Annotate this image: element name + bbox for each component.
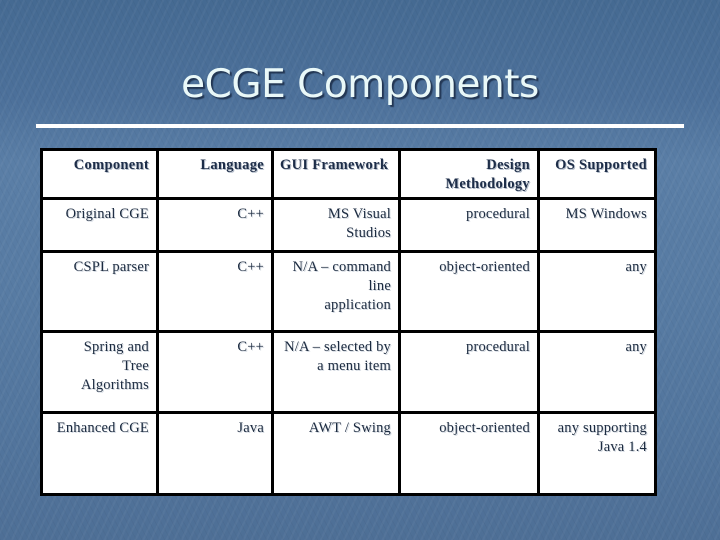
cell-gui-framework-text: N/A – selected by a menu item (284, 339, 391, 374)
cell-design-methodology: object-oriented (398, 250, 540, 333)
cell-os-supported-text: any (625, 259, 647, 275)
cell-design-methodology-text: procedural (466, 339, 530, 355)
header-component-label: Component (73, 157, 149, 173)
cell-language-text: C++ (237, 206, 264, 222)
table-row: Original CGE C++ MS Visual Studios proce… (40, 197, 657, 253)
cell-gui-framework: N/A – command line application (271, 250, 401, 333)
cell-component-text: Spring and Tree Algorithms (80, 339, 149, 393)
cell-language: Java (156, 411, 274, 496)
cell-os-supported: MS Windows (537, 197, 657, 253)
header-gui-framework-label: GUI Framework (280, 157, 389, 173)
cell-component: Original CGE (40, 197, 159, 253)
cell-design-methodology: procedural (398, 330, 540, 414)
table-row: Enhanced CGE Java AWT / Swing object-ori… (40, 411, 657, 496)
cell-language: C++ (156, 330, 274, 414)
cell-language-text: C++ (237, 259, 264, 275)
table-header-row: Component Language GUI Framework Design … (40, 148, 657, 200)
table-row: Spring and Tree Algorithms C++ N/A – sel… (40, 330, 657, 414)
cell-language: C++ (156, 197, 274, 253)
title-divider (36, 124, 684, 128)
cell-gui-framework-text: MS Visual Studios (327, 206, 391, 241)
cell-language: C++ (156, 250, 274, 333)
cell-gui-framework: MS Visual Studios (271, 197, 401, 253)
cell-language-text: C++ (237, 339, 264, 355)
cell-os-supported: any (537, 330, 657, 414)
header-os-supported-label: OS Supported (555, 157, 647, 173)
cell-gui-framework: N/A – selected by a menu item (271, 330, 401, 414)
cell-os-supported: any (537, 250, 657, 333)
cell-component: Spring and Tree Algorithms (40, 330, 159, 414)
cell-os-supported-text: any (625, 339, 647, 355)
header-os-supported: OS Supported (537, 148, 657, 200)
cell-os-supported: any supporting Java 1.4 (537, 411, 657, 496)
header-language-label: Language (200, 157, 264, 173)
header-design-methodology-label: Design Methodology (445, 157, 530, 192)
header-language: Language (156, 148, 274, 200)
cell-component-text: Original CGE (65, 206, 149, 222)
cell-component: Enhanced CGE (40, 411, 159, 496)
slide-title: eCGE Components (181, 62, 539, 107)
cell-design-methodology-text: procedural (466, 206, 530, 222)
cell-component-text: Enhanced CGE (56, 420, 149, 436)
components-table-container: Component Language GUI Framework Design … (40, 148, 657, 496)
cell-design-methodology: object-oriented (398, 411, 540, 496)
header-design-methodology: Design Methodology (398, 148, 540, 200)
cell-design-methodology-text: object-oriented (439, 259, 530, 275)
cell-component: CSPL parser (40, 250, 159, 333)
slide: eCGE Components Component Language GUI F… (0, 0, 720, 540)
header-gui-framework: GUI Framework (271, 148, 401, 200)
cell-component-text: CSPL parser (73, 259, 149, 275)
cell-gui-framework: AWT / Swing (271, 411, 401, 496)
cell-design-methodology-text: object-oriented (439, 420, 530, 436)
cell-gui-framework-text: N/A – command line application (292, 259, 391, 313)
cell-gui-framework-text: AWT / Swing (308, 420, 391, 436)
cell-design-methodology: procedural (398, 197, 540, 253)
cell-language-text: Java (237, 420, 264, 436)
cell-os-supported-text: MS Windows (565, 206, 647, 222)
components-table: Component Language GUI Framework Design … (40, 148, 657, 496)
cell-os-supported-text: any supporting Java 1.4 (557, 420, 647, 455)
header-component: Component (40, 148, 159, 200)
table-row: CSPL parser C++ N/A – command line appli… (40, 250, 657, 333)
